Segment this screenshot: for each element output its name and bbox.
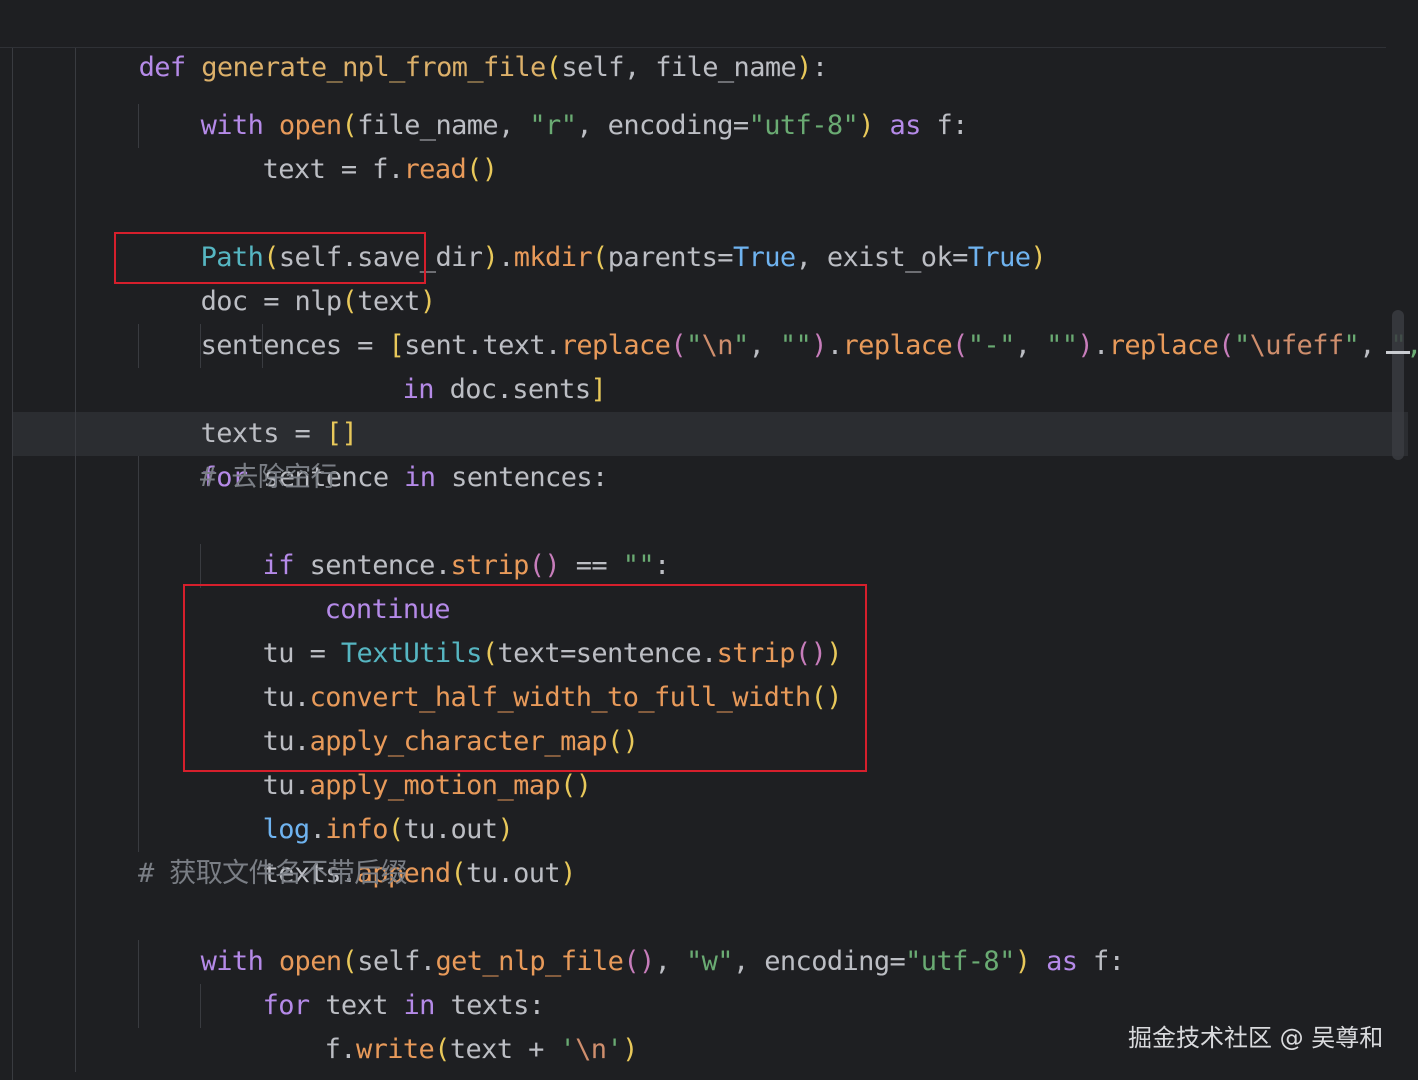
code-line[interactable]: texts.append(tu.out) (200, 808, 577, 889)
code-line[interactable]: f.write(text + '\n') (262, 984, 639, 1065)
code-line[interactable]: for text in texts: (200, 940, 545, 1021)
highlight-box-textutils (183, 584, 867, 772)
code-line[interactable]: text = f.read() (200, 104, 498, 185)
code-line[interactable]: continue (262, 544, 451, 625)
code-line[interactable]: return texts (138, 1028, 389, 1080)
code-editor[interactable]: def generate_npl_from_file(self, file_na… (0, 0, 1418, 1080)
code-line-current[interactable]: for sentence in sentences: (138, 412, 609, 493)
code-line[interactable]: in doc.sents] (340, 324, 607, 405)
code-line[interactable]: Path(self.save_dir).mkdir(parents=True, … (138, 192, 1047, 273)
code-line[interactable]: with open(file_name, "r", encoding="utf-… (138, 60, 969, 141)
code-line[interactable]: texts = [] (138, 368, 358, 449)
gutter-border (12, 48, 13, 1080)
code-line[interactable]: sentences = [sent.text.replace("\n", "")… (138, 280, 1418, 361)
vertical-scrollbar[interactable] (1392, 310, 1404, 460)
indent-guide (75, 48, 76, 1072)
code-line[interactable]: if sentence.strip() == "": (200, 500, 671, 581)
highlight-box-nlp (114, 232, 426, 284)
code-comment[interactable]: # 去除空行 (200, 456, 338, 500)
code-comment[interactable]: # 获取文件名不带后缀 (138, 852, 408, 896)
watermark-text: 掘金技术社区 @ 吴尊和 (1128, 1024, 1384, 1052)
code-line[interactable]: def generate_npl_from_file(self, file_na… (76, 2, 828, 83)
scroll-position-marker (1386, 351, 1410, 354)
code-line[interactable]: with open(self.get_nlp_file(), "w", enco… (138, 896, 1125, 977)
